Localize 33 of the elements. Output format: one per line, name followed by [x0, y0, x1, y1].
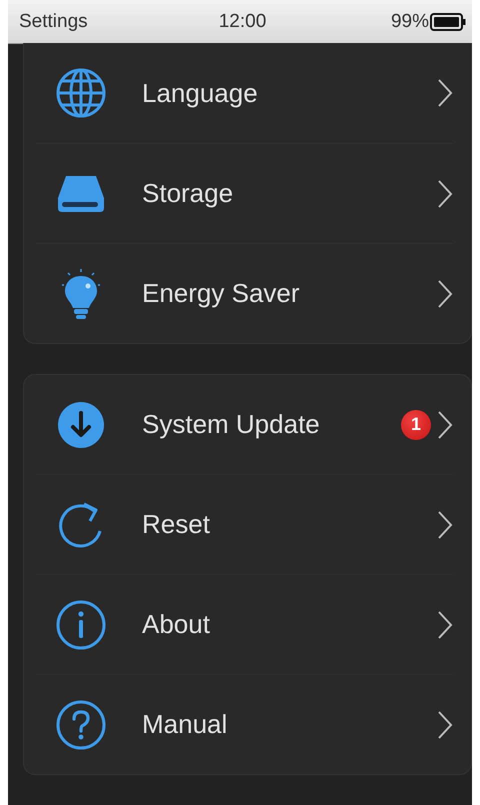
settings-item[interactable]: Manual	[36, 675, 453, 774]
drive-icon	[56, 174, 106, 214]
chevron-icon	[437, 510, 453, 540]
screen-title: Settings	[19, 10, 89, 32]
item-label: System Update	[141, 409, 321, 440]
item-label: Manual	[141, 709, 228, 740]
battery-percent: 99%	[390, 10, 429, 32]
battery-icon	[430, 12, 466, 30]
clock-time: 12:00	[218, 10, 266, 32]
chevron-icon	[437, 278, 453, 308]
settings-item[interactable]: System Update 1	[36, 375, 453, 475]
settings-item[interactable]: About	[36, 575, 453, 675]
item-label: Reset	[141, 509, 211, 540]
chevron-icon	[437, 178, 453, 208]
chevron-icon	[437, 710, 453, 740]
settings-item[interactable]: Storage	[36, 144, 453, 244]
chevron-icon	[437, 78, 453, 108]
settings-item[interactable]: Energy Saver	[36, 244, 453, 343]
download-icon	[57, 400, 105, 448]
item-label: About	[141, 609, 211, 640]
chevron-icon	[437, 410, 453, 440]
notification-badge: 1	[401, 410, 431, 440]
settings-item[interactable]: Reset	[36, 475, 453, 575]
info-icon	[56, 600, 106, 650]
help-icon	[56, 700, 106, 750]
item-label: Language	[141, 78, 259, 108]
item-label: Storage	[141, 178, 234, 209]
item-label: Energy Saver	[141, 278, 301, 309]
light-bulb-icon	[60, 268, 102, 320]
settings-item[interactable]: Language	[36, 43, 453, 144]
chevron-icon	[437, 610, 453, 640]
globe-icon	[55, 67, 107, 119]
refresh-icon	[58, 500, 104, 548]
